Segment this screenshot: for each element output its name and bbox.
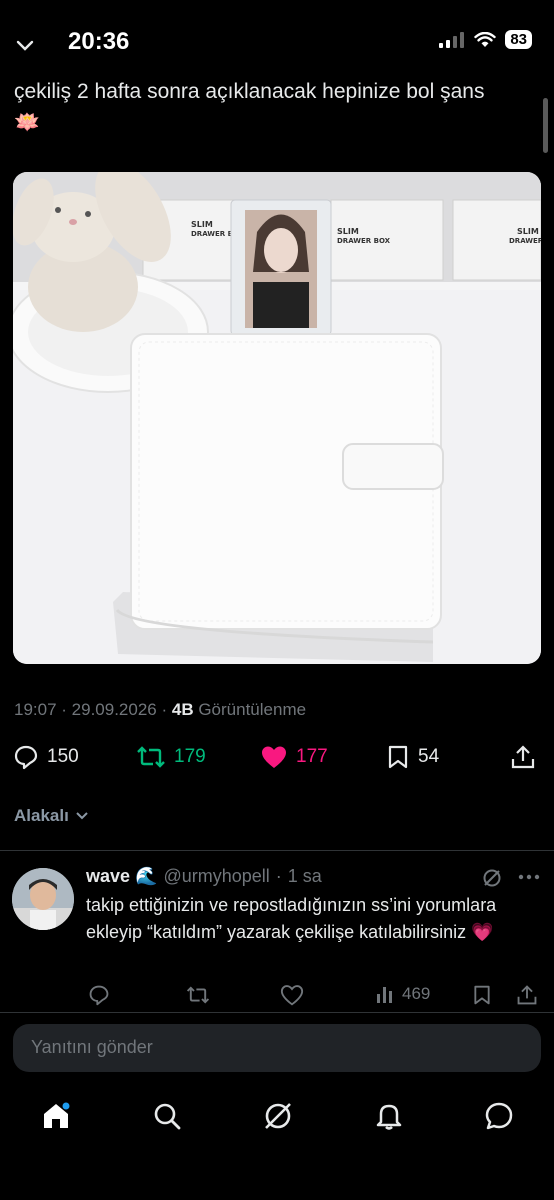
reply-text: takip ettiğinizin ve repostladığınızın s… bbox=[86, 895, 497, 942]
status-icons: 83 bbox=[439, 30, 532, 49]
media-photo: SLIM DRAWER BOX SLIM DRAWER BOX SLIM DRA… bbox=[13, 172, 541, 664]
tab-grok[interactable] bbox=[262, 1100, 294, 1137]
drawer-box-middle: SLIM DRAWER BOX bbox=[330, 199, 444, 281]
tweet-text: çekiliş 2 hafta sonra açıklanacak hepini… bbox=[14, 80, 485, 134]
tab-messages[interactable] bbox=[483, 1100, 515, 1137]
reply-time: 1 sa bbox=[287, 866, 322, 886]
related-label: Alakalı bbox=[14, 806, 69, 825]
reply-share-button[interactable] bbox=[516, 984, 538, 1006]
reply-button[interactable]: 150 bbox=[13, 744, 79, 770]
reply-time-separator: · bbox=[275, 866, 282, 886]
like-button[interactable]: 177 bbox=[260, 744, 328, 770]
box-label-1b: SLIM bbox=[337, 227, 359, 236]
white-binder bbox=[113, 333, 444, 662]
tweet-meta: 19:07 · 29.09.2026 · 4B Görüntülenme bbox=[14, 700, 307, 719]
home-icon bbox=[44, 1102, 70, 1128]
reply-reply-button[interactable] bbox=[88, 984, 110, 1006]
reply-icon bbox=[89, 985, 109, 1006]
analytics-icon bbox=[377, 987, 392, 1003]
share-button[interactable] bbox=[510, 744, 536, 770]
chevron-down-icon bbox=[76, 812, 88, 820]
divider bbox=[0, 1012, 554, 1013]
related-sort-button[interactable]: Alakalı bbox=[14, 806, 89, 826]
views-count: 4B bbox=[171, 700, 194, 719]
repost-icon bbox=[186, 986, 210, 1004]
repost-count: 179 bbox=[174, 746, 206, 767]
repost-button[interactable]: 179 bbox=[136, 744, 206, 770]
chevron-down-icon[interactable] bbox=[16, 40, 34, 52]
bottom-tab-bar bbox=[0, 1090, 554, 1146]
heart-icon bbox=[262, 746, 286, 768]
battery-indicator: 83 bbox=[505, 30, 532, 49]
reply-like-button[interactable] bbox=[280, 984, 304, 1006]
tab-notifications[interactable] bbox=[373, 1100, 405, 1137]
tweet-time: 19:07 bbox=[14, 700, 57, 719]
tab-search[interactable] bbox=[151, 1100, 183, 1137]
reply-repost-button[interactable] bbox=[186, 984, 210, 1006]
grok-icon[interactable] bbox=[482, 868, 502, 888]
reply-actions: 469 bbox=[86, 982, 546, 1010]
message-icon bbox=[485, 1102, 513, 1130]
reply-compose-input[interactable]: Yanıtını gönder bbox=[13, 1024, 541, 1072]
search-icon bbox=[154, 1103, 181, 1130]
avatar[interactable] bbox=[12, 868, 74, 930]
reply-author-handle[interactable]: @urmyhopell bbox=[163, 866, 269, 887]
more-icon[interactable] bbox=[518, 874, 540, 880]
box-label-1c: SLIM bbox=[517, 227, 539, 236]
like-count: 177 bbox=[296, 746, 328, 767]
reply-header: wave 🌊 @urmyhopell · 1 sa bbox=[86, 866, 540, 887]
reply-count: 150 bbox=[47, 746, 79, 767]
photocard bbox=[230, 199, 332, 336]
bookmark-button[interactable]: 54 bbox=[386, 744, 439, 770]
box-label-1: SLIM bbox=[191, 220, 213, 229]
bookmark-icon bbox=[388, 745, 408, 769]
repost-icon bbox=[137, 746, 165, 768]
reply-icon bbox=[14, 745, 38, 770]
status-bar: 20:36 83 bbox=[0, 0, 554, 80]
bookmark-count: 54 bbox=[418, 746, 440, 767]
scrollbar[interactable] bbox=[543, 98, 548, 153]
grok-icon bbox=[265, 1103, 291, 1129]
drawer-box-right: SLIM DRAWER BOX bbox=[452, 199, 541, 281]
heart-icon bbox=[280, 985, 304, 1006]
tweet-actions: 150 179 177 54 bbox=[0, 740, 554, 776]
share-icon bbox=[517, 985, 537, 1005]
bookmark-icon bbox=[474, 985, 490, 1005]
reply-views-count: 469 bbox=[402, 984, 431, 1003]
box-label-2c: DRAWER BOX bbox=[509, 237, 541, 245]
status-time: 20:36 bbox=[68, 28, 130, 55]
views-label: Görüntülenme bbox=[198, 700, 307, 719]
tab-home[interactable] bbox=[40, 1100, 72, 1137]
reply-views-button[interactable]: 469 bbox=[376, 984, 430, 1004]
tweet-media[interactable]: SLIM DRAWER BOX SLIM DRAWER BOX SLIM DRA… bbox=[13, 172, 541, 664]
reply-bookmark-button[interactable] bbox=[472, 984, 492, 1006]
divider bbox=[0, 850, 554, 851]
reply-author-name[interactable]: wave 🌊 bbox=[86, 866, 157, 887]
bell-icon bbox=[376, 1104, 402, 1130]
share-icon bbox=[511, 745, 535, 769]
wifi-icon bbox=[474, 31, 497, 47]
tweet-date: 29.09.2026 bbox=[71, 700, 157, 719]
signal-icon bbox=[439, 31, 465, 48]
box-label-2b: DRAWER BOX bbox=[337, 237, 391, 245]
